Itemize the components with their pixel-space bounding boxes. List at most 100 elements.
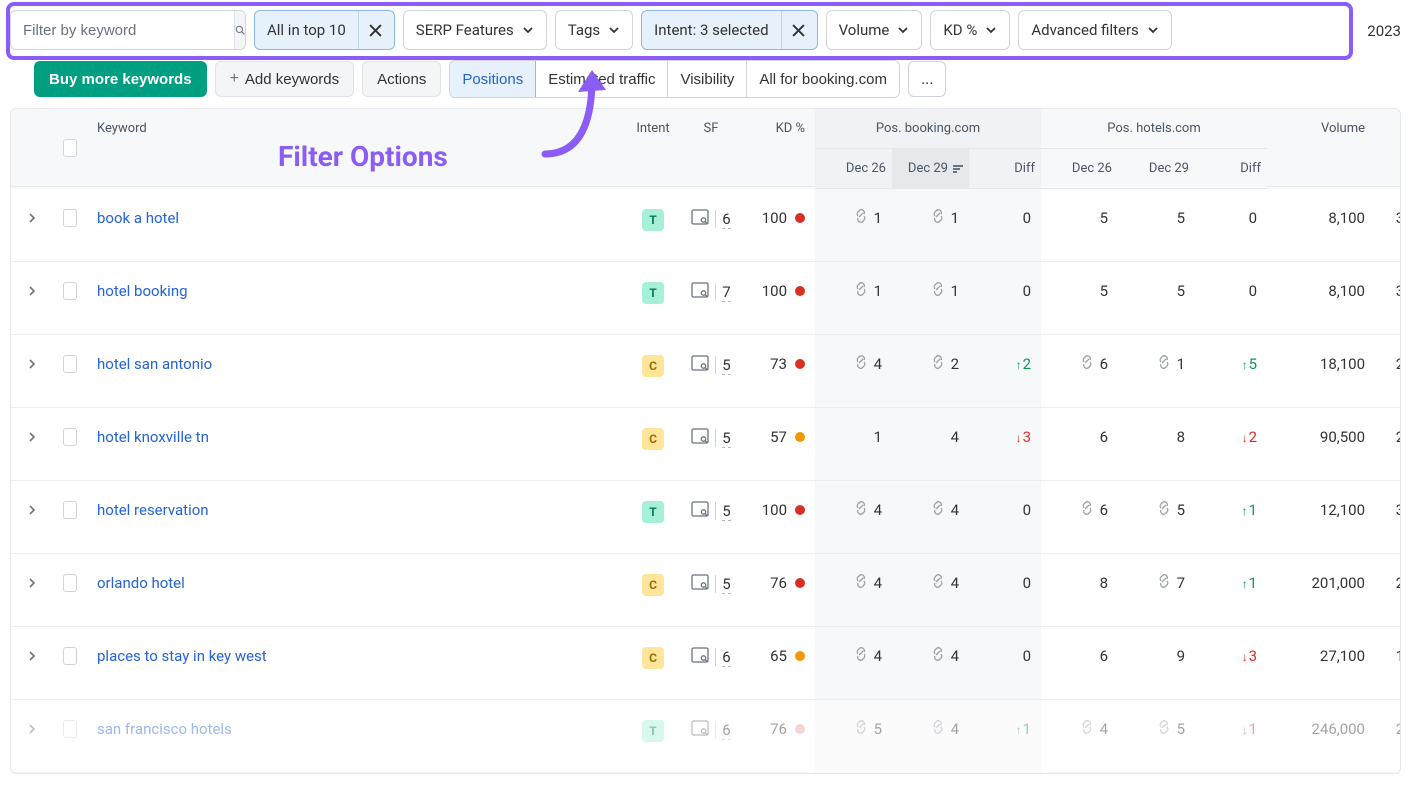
th-volume[interactable]: Volume (1267, 109, 1375, 187)
keyword-link[interactable]: hotel booking (97, 282, 188, 300)
th-hotels-date1[interactable]: Dec 26 (1041, 149, 1118, 189)
th-hotels-date2[interactable]: Dec 29 (1118, 149, 1195, 189)
row-checkbox[interactable] (63, 720, 77, 738)
filter-tags-label: Tags (568, 21, 600, 39)
table-row: places to stay in key westC66544069↓327,… (11, 627, 1400, 700)
keyword-search[interactable] (10, 10, 246, 50)
clear-top-filter[interactable] (358, 11, 382, 49)
volume-cell: 246,000 (1267, 700, 1375, 772)
kd-dot (795, 505, 805, 515)
kd-dot (795, 651, 805, 661)
expand-toggle[interactable] (11, 408, 53, 480)
sf-count: 5 (722, 429, 730, 448)
sf-cell[interactable]: 5 (681, 554, 741, 626)
link-icon (1079, 720, 1095, 738)
volume-cell: 201,000 (1267, 554, 1375, 626)
actions-button[interactable]: Actions (362, 61, 441, 97)
row-checkbox[interactable] (63, 574, 77, 592)
view-tabs: Positions Estimated traffic Visibility A… (449, 60, 900, 98)
th-booking-diff[interactable]: Diff (969, 149, 1041, 189)
buy-keywords-button[interactable]: Buy more keywords (34, 61, 207, 97)
row-checkbox[interactable] (63, 209, 77, 227)
filter-kd[interactable]: KD % (930, 10, 1010, 50)
keyword-link[interactable]: hotel san antonio (97, 355, 212, 373)
tab-estimated-traffic[interactable]: Estimated traffic (536, 61, 668, 97)
search-button[interactable] (234, 11, 245, 49)
row-checkbox[interactable] (63, 647, 77, 665)
add-keywords-button[interactable]: + Add keywords (215, 61, 355, 97)
row-checkbox[interactable] (63, 355, 77, 373)
table-row: book a hotelT61001105508,1003.70 (11, 189, 1400, 262)
filter-intent[interactable]: Intent: 3 selected (641, 10, 817, 50)
th-kd[interactable]: KD % (741, 109, 815, 187)
row-checkbox[interactable] (63, 282, 77, 300)
sf-cell[interactable]: 5 (681, 408, 741, 480)
keyword-link[interactable]: places to stay in key west (97, 647, 267, 665)
intent-cell: C (625, 627, 681, 699)
search-input[interactable] (11, 22, 234, 39)
expand-toggle[interactable] (11, 481, 53, 553)
sf-cell[interactable]: 6 (681, 700, 741, 772)
intent-badge: C (642, 574, 664, 596)
pos-booking-date1: 4 (815, 335, 892, 407)
expand-toggle[interactable] (11, 627, 53, 699)
tab-all-for-domain[interactable]: All for booking.com (747, 61, 899, 97)
more-views-button[interactable]: ... (908, 61, 947, 97)
kd-value: 73 (770, 355, 787, 373)
volume-cell: 8,100 (1267, 189, 1375, 261)
filter-volume[interactable]: Volume (826, 10, 923, 50)
th-booking-date1[interactable]: Dec 26 (815, 149, 892, 189)
th-group-booking-label: Pos. booking.com (815, 109, 1041, 149)
th-sf[interactable]: SF (681, 109, 741, 187)
sf-cell[interactable]: 5 (681, 481, 741, 553)
filter-volume-label: Volume (839, 21, 890, 39)
th-booking-date2[interactable]: Dec 29 (892, 149, 969, 189)
kd-value: 100 (762, 282, 787, 300)
keyword-cell: places to stay in key west (87, 627, 625, 699)
link-icon (853, 647, 869, 665)
diff-booking: ↑1 (969, 700, 1041, 772)
sf-cell[interactable]: 6 (681, 189, 741, 261)
filter-top-positions[interactable]: All in top 10 (254, 10, 395, 50)
th-intent[interactable]: Intent (625, 109, 681, 187)
serp-feature-icon (691, 647, 709, 667)
row-checkbox[interactable] (63, 428, 77, 446)
expand-toggle[interactable] (11, 554, 53, 626)
keyword-link[interactable]: san francisco hotels (97, 720, 232, 738)
th-cpc[interactable]: CPC (1375, 109, 1401, 187)
keyword-link[interactable]: orlando hotel (97, 574, 185, 592)
pos-hotels-date2: 5 (1118, 481, 1195, 553)
row-checkbox-cell (53, 408, 87, 480)
filter-serp-features[interactable]: SERP Features (403, 10, 547, 50)
tab-positions[interactable]: Positions (450, 61, 536, 97)
th-hotels-diff[interactable]: Diff (1195, 149, 1267, 189)
expand-toggle[interactable] (11, 262, 53, 334)
filter-tags[interactable]: Tags (555, 10, 633, 50)
kd-value: 100 (762, 501, 787, 519)
keyword-link[interactable]: hotel reservation (97, 501, 209, 519)
chevron-right-icon (27, 578, 37, 588)
chevron-down-icon (608, 24, 620, 36)
row-checkbox[interactable] (63, 501, 77, 519)
link-icon (1156, 355, 1172, 373)
expand-toggle[interactable] (11, 335, 53, 407)
filter-advanced[interactable]: Advanced filters (1018, 10, 1171, 50)
kd-cell: 100 (741, 262, 815, 334)
sf-cell[interactable]: 5 (681, 335, 741, 407)
serp-feature-icon (691, 720, 709, 740)
keyword-link[interactable]: hotel knoxville tn (97, 428, 209, 446)
clear-intent-filter[interactable] (781, 11, 805, 49)
expand-toggle[interactable] (11, 189, 53, 261)
cpc-cell: 2.65 (1375, 700, 1401, 772)
keyword-link[interactable]: book a hotel (97, 209, 179, 227)
expand-toggle[interactable] (11, 700, 53, 772)
link-icon (853, 720, 869, 738)
sf-cell[interactable]: 6 (681, 627, 741, 699)
th-keyword[interactable]: Keyword (87, 109, 625, 187)
tab-visibility[interactable]: Visibility (668, 61, 747, 97)
keyword-cell: orlando hotel (87, 554, 625, 626)
sf-cell[interactable]: 7 (681, 262, 741, 334)
cpc-cell: 3.70 (1375, 262, 1401, 334)
select-all-checkbox[interactable] (63, 139, 77, 157)
kd-cell: 76 (741, 700, 815, 772)
